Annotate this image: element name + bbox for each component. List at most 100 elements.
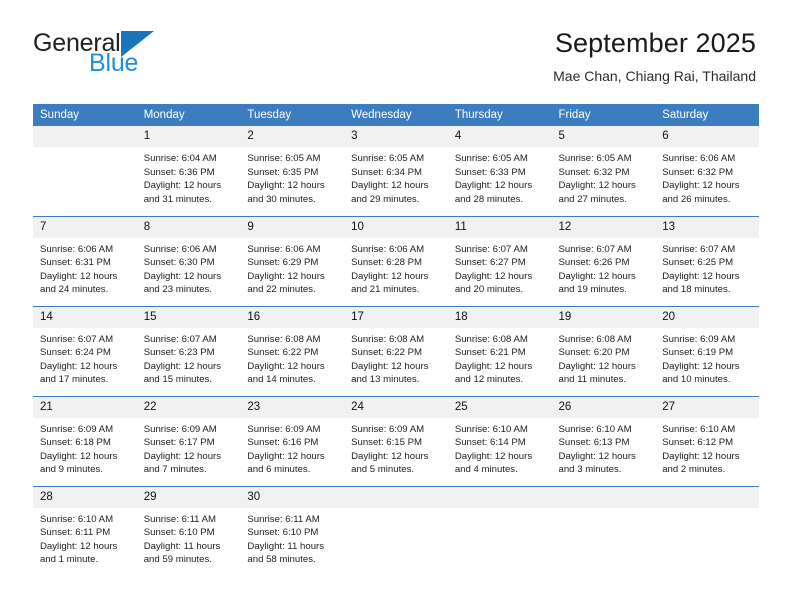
day-number — [344, 486, 448, 508]
day-sun-info: Sunrise: 6:08 AM Sunset: 6:20 PM Dayligh… — [558, 333, 636, 386]
weekday-header-saturday: Saturday — [655, 104, 759, 126]
calendar-day-cell[interactable]: 1 Sunrise: 6:04 AM Sunset: 6:36 PM Daylig… — [136, 126, 241, 216]
calendar-day-cell[interactable]: 28 Sunrise: 6:10 AM Sunset: 6:11 PM Dayli… — [33, 485, 137, 576]
day-sun-info: Sunrise: 6:07 AM Sunset: 6:23 PM Dayligh… — [143, 333, 222, 386]
calendar-day-cell[interactable]: 13 Sunrise: 6:07 AM Sunset: 6:25 PM Dayli… — [655, 215, 759, 306]
day-sun-info: Sunrise: 6:11 AM Sunset: 6:10 PM Dayligh… — [247, 513, 325, 566]
calendar-week-row: 7 Sunrise: 6:06 AM Sunset: 6:31 PM Daylig… — [33, 215, 759, 306]
day-sun-info: Sunrise: 6:07 AM Sunset: 6:26 PM Dayligh… — [558, 243, 636, 296]
calendar-day-cell[interactable]: 23 Sunrise: 6:09 AM Sunset: 6:16 PM Dayli… — [240, 395, 345, 486]
day-number: 15 — [136, 306, 241, 328]
calendar-day-cell[interactable]: 19 Sunrise: 6:08 AM Sunset: 6:20 PM Dayli… — [551, 305, 656, 396]
day-cell-content — [655, 486, 759, 576]
day-number — [447, 486, 552, 508]
title-block: September 2025 Mae Chan, Chiang Rai, Tha… — [553, 26, 756, 85]
calendar-day-cell[interactable]: 16 Sunrise: 6:08 AM Sunset: 6:22 PM Dayli… — [240, 305, 345, 396]
calendar-day-cell[interactable]: 7 Sunrise: 6:06 AM Sunset: 6:31 PM Daylig… — [33, 215, 137, 306]
triangle-logo-icon — [120, 31, 154, 57]
day-cell-content: 9 Sunrise: 6:06 AM Sunset: 6:29 PM Daylig… — [240, 216, 345, 306]
day-number: 17 — [344, 306, 448, 328]
calendar-week-row: 14 Sunrise: 6:07 AM Sunset: 6:24 PM Dayli… — [33, 305, 759, 396]
day-cell-content: 26 Sunrise: 6:10 AM Sunset: 6:13 PM Dayli… — [551, 396, 656, 486]
day-cell-content — [344, 486, 448, 576]
day-sun-info: Sunrise: 6:05 AM Sunset: 6:33 PM Dayligh… — [454, 153, 533, 205]
weekday-header-thursday: Thursday — [447, 104, 552, 126]
day-sun-info: Sunrise: 6:07 AM Sunset: 6:27 PM Dayligh… — [454, 243, 533, 296]
day-number: 14 — [33, 306, 137, 328]
day-cell-content: 3 Sunrise: 6:05 AM Sunset: 6:34 PM Daylig… — [344, 126, 448, 215]
calendar-day-cell[interactable]: 2 Sunrise: 6:05 AM Sunset: 6:35 PM Daylig… — [240, 126, 345, 216]
day-cell-content: 1 Sunrise: 6:04 AM Sunset: 6:36 PM Daylig… — [136, 126, 241, 215]
day-sun-info: Sunrise: 6:09 AM Sunset: 6:16 PM Dayligh… — [247, 423, 325, 476]
day-number: 27 — [655, 396, 759, 418]
day-cell-content: 10 Sunrise: 6:06 AM Sunset: 6:28 PM Dayli… — [344, 216, 448, 306]
calendar-day-cell[interactable]: 10 Sunrise: 6:06 AM Sunset: 6:28 PM Dayli… — [344, 215, 448, 306]
calendar-cell-empty — [551, 485, 656, 576]
calendar-day-cell[interactable]: 29 Sunrise: 6:11 AM Sunset: 6:10 PM Dayli… — [136, 485, 241, 576]
day-sun-info: Sunrise: 6:09 AM Sunset: 6:18 PM Dayligh… — [40, 423, 118, 476]
calendar-day-cell[interactable]: 15 Sunrise: 6:07 AM Sunset: 6:23 PM Dayli… — [136, 305, 241, 396]
calendar-cell-empty — [447, 485, 552, 576]
day-number: 20 — [655, 306, 759, 328]
day-number: 22 — [136, 396, 241, 418]
day-sun-info: Sunrise: 6:08 AM Sunset: 6:22 PM Dayligh… — [351, 333, 429, 386]
day-cell-content: 18 Sunrise: 6:08 AM Sunset: 6:21 PM Dayli… — [447, 306, 552, 396]
day-number: 26 — [551, 396, 656, 418]
day-cell-content: 7 Sunrise: 6:06 AM Sunset: 6:31 PM Daylig… — [33, 216, 137, 306]
day-sun-info — [552, 508, 656, 513]
calendar-header-row: Sunday Monday Tuesday Wednesday Thursday… — [33, 104, 759, 126]
weekday-header-sunday: Sunday — [33, 104, 137, 126]
calendar-day-cell[interactable]: 20 Sunrise: 6:09 AM Sunset: 6:19 PM Dayli… — [655, 305, 759, 396]
calendar-day-cell[interactable]: 21 Sunrise: 6:09 AM Sunset: 6:18 PM Dayli… — [33, 395, 137, 486]
day-number: 18 — [447, 306, 552, 328]
calendar-day-cell[interactable]: 26 Sunrise: 6:10 AM Sunset: 6:13 PM Dayli… — [551, 395, 656, 486]
calendar-day-cell[interactable]: 12 Sunrise: 6:07 AM Sunset: 6:26 PM Dayli… — [551, 215, 656, 306]
day-number: 8 — [136, 216, 241, 238]
page-header: General Blue September 2025 Mae Chan, Ch… — [0, 0, 792, 84]
day-cell-content: 28 Sunrise: 6:10 AM Sunset: 6:11 PM Dayli… — [33, 486, 137, 576]
calendar-day-cell[interactable]: 24 Sunrise: 6:09 AM Sunset: 6:15 PM Dayli… — [344, 395, 448, 486]
calendar-day-cell[interactable]: 27 Sunrise: 6:10 AM Sunset: 6:12 PM Dayli… — [655, 395, 759, 486]
day-sun-info — [448, 508, 552, 513]
day-sun-info: Sunrise: 6:04 AM Sunset: 6:36 PM Dayligh… — [143, 153, 222, 205]
day-number — [33, 126, 137, 147]
brand-logo[interactable]: General Blue — [33, 30, 173, 82]
day-cell-content: 13 Sunrise: 6:07 AM Sunset: 6:25 PM Dayli… — [655, 216, 759, 306]
calendar-day-cell[interactable]: 30 Sunrise: 6:11 AM Sunset: 6:10 PM Dayli… — [240, 485, 345, 576]
day-cell-content: 25 Sunrise: 6:10 AM Sunset: 6:14 PM Dayli… — [447, 396, 552, 486]
calendar-day-cell[interactable]: 9 Sunrise: 6:06 AM Sunset: 6:29 PM Daylig… — [240, 215, 345, 306]
calendar-body: 1 Sunrise: 6:04 AM Sunset: 6:36 PM Daylig… — [33, 126, 759, 576]
day-cell-content: 15 Sunrise: 6:07 AM Sunset: 6:23 PM Dayli… — [136, 306, 241, 396]
calendar-day-cell[interactable]: 22 Sunrise: 6:09 AM Sunset: 6:17 PM Dayli… — [136, 395, 241, 486]
calendar-day-cell[interactable]: 5 Sunrise: 6:05 AM Sunset: 6:32 PM Daylig… — [551, 126, 656, 216]
day-cell-content: 2 Sunrise: 6:05 AM Sunset: 6:35 PM Daylig… — [240, 126, 345, 215]
calendar-week-row: 28 Sunrise: 6:10 AM Sunset: 6:11 PM Dayli… — [33, 485, 759, 576]
calendar-cell-empty — [655, 485, 759, 576]
day-cell-content: 20 Sunrise: 6:09 AM Sunset: 6:19 PM Dayli… — [655, 306, 759, 396]
weekday-header-monday: Monday — [136, 104, 241, 126]
day-sun-info: Sunrise: 6:07 AM Sunset: 6:25 PM Dayligh… — [662, 243, 740, 296]
calendar-day-cell[interactable]: 18 Sunrise: 6:08 AM Sunset: 6:21 PM Dayli… — [447, 305, 552, 396]
calendar-cell-empty — [344, 485, 448, 576]
calendar-day-cell[interactable]: 3 Sunrise: 6:05 AM Sunset: 6:34 PM Daylig… — [344, 126, 448, 216]
calendar-day-cell[interactable]: 25 Sunrise: 6:10 AM Sunset: 6:14 PM Dayli… — [447, 395, 552, 486]
day-number: 4 — [447, 126, 552, 147]
day-cell-content: 16 Sunrise: 6:08 AM Sunset: 6:22 PM Dayli… — [240, 306, 345, 396]
day-cell-content: 12 Sunrise: 6:07 AM Sunset: 6:26 PM Dayli… — [551, 216, 656, 306]
calendar-day-cell[interactable]: 6 Sunrise: 6:06 AM Sunset: 6:32 PM Daylig… — [655, 126, 759, 216]
day-sun-info: Sunrise: 6:10 AM Sunset: 6:13 PM Dayligh… — [558, 423, 636, 476]
day-sun-info: Sunrise: 6:05 AM Sunset: 6:35 PM Dayligh… — [247, 153, 325, 205]
calendar-day-cell[interactable]: 11 Sunrise: 6:07 AM Sunset: 6:27 PM Dayli… — [447, 215, 552, 306]
day-sun-info — [655, 508, 759, 513]
day-sun-info: Sunrise: 6:09 AM Sunset: 6:19 PM Dayligh… — [662, 333, 740, 386]
calendar-day-cell[interactable]: 8 Sunrise: 6:06 AM Sunset: 6:30 PM Daylig… — [136, 215, 241, 306]
calendar-day-cell[interactable]: 4 Sunrise: 6:05 AM Sunset: 6:33 PM Daylig… — [447, 126, 552, 216]
calendar-day-cell[interactable]: 14 Sunrise: 6:07 AM Sunset: 6:24 PM Dayli… — [33, 305, 137, 396]
day-number: 28 — [33, 486, 137, 508]
calendar-day-cell[interactable]: 17 Sunrise: 6:08 AM Sunset: 6:22 PM Dayli… — [344, 305, 448, 396]
weekday-header-friday: Friday — [551, 104, 656, 126]
page-title: September 2025 — [554, 28, 756, 58]
page-subtitle: Mae Chan, Chiang Rai, Thailand — [553, 68, 756, 84]
day-number: 16 — [240, 306, 345, 328]
day-number: 19 — [551, 306, 656, 328]
